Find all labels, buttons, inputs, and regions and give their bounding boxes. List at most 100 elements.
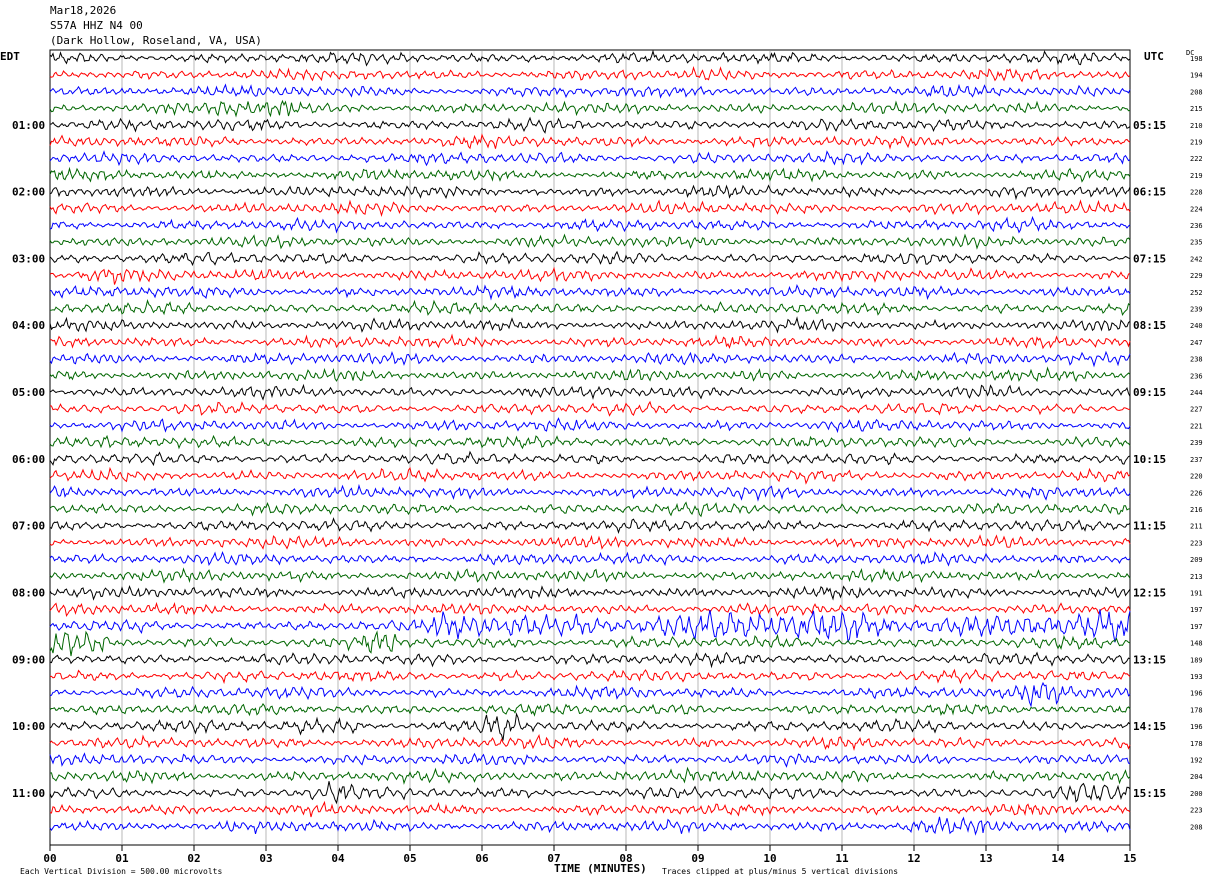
trace-row [49, 215, 1131, 234]
x-tick-label: 01 [115, 852, 129, 865]
dc-offset-label: 191 [1190, 589, 1203, 597]
clip-note: Traces clipped at plus/minus 5 vertical … [662, 867, 899, 876]
dc-offset-label: 235 [1190, 239, 1203, 247]
dc-offset-label: 227 [1190, 406, 1203, 414]
utc-time-label: 10:15 [1133, 453, 1166, 466]
trace-row [49, 752, 1131, 768]
trace-row [49, 517, 1131, 535]
trace-row [49, 668, 1131, 685]
trace-row [49, 712, 1131, 741]
edt-time-label: 04:00 [12, 319, 45, 332]
dc-offset-label: 221 [1190, 422, 1203, 430]
x-tick-label: 06 [475, 852, 489, 865]
trace-row [49, 766, 1131, 785]
trace-row [49, 567, 1131, 584]
edt-time-label: 10:00 [12, 720, 45, 733]
trace-row [49, 284, 1131, 301]
edt-time-label: 03:00 [12, 252, 45, 265]
dc-offset-label: 244 [1190, 389, 1203, 397]
edt-time-label: 06:00 [12, 453, 45, 466]
trace-row [49, 316, 1131, 334]
trace-row [49, 681, 1131, 708]
trace-row [49, 434, 1131, 450]
x-tick-label: 14 [1051, 852, 1065, 865]
utc-time-label: 11:15 [1133, 520, 1166, 533]
trace-row [49, 99, 1131, 118]
dc-offset-label: 192 [1190, 756, 1203, 764]
trace-row [49, 630, 1131, 657]
dc-offset-label: 196 [1190, 690, 1203, 698]
utc-time-label: 06:15 [1133, 186, 1166, 199]
trace-row [49, 550, 1131, 567]
trace-row [49, 534, 1131, 550]
trace-row [49, 83, 1131, 99]
trace-row [49, 800, 1131, 818]
dc-offset-label: 222 [1190, 155, 1203, 163]
dc-offset-label: 223 [1190, 807, 1203, 815]
dc-offset-label: 210 [1190, 122, 1203, 130]
trace-row [49, 702, 1131, 717]
x-tick-label: 04 [331, 852, 345, 865]
x-tick-label: 02 [187, 852, 200, 865]
trace-row [49, 400, 1131, 417]
trace-row [49, 333, 1131, 350]
x-tick-label: 05 [403, 852, 416, 865]
x-axis-label: TIME (MINUTES) [554, 862, 647, 875]
dc-offset-label: 213 [1190, 573, 1203, 581]
dc-offset-label: 224 [1190, 205, 1203, 213]
utc-time-label: 13:15 [1133, 653, 1166, 666]
edt-time-label: 07:00 [12, 520, 45, 533]
x-tick-label: 12 [907, 852, 920, 865]
dc-offset-label: 242 [1190, 255, 1203, 263]
trace-row [49, 466, 1131, 485]
dc-offset-label: 219 [1190, 139, 1203, 147]
dc-offset-label: 220 [1190, 473, 1203, 481]
dc-offset-label: 148 [1190, 640, 1203, 648]
dc-offset-label: 200 [1190, 790, 1203, 798]
utc-time-label: 07:15 [1133, 252, 1166, 265]
trace-row [49, 299, 1131, 317]
trace-row [49, 366, 1131, 383]
x-tick-label: 03 [259, 852, 272, 865]
trace-row [49, 266, 1131, 285]
helicorder-plot: 00 01 02 03 04 05 06 07 08 09 10 11 12 13 14 1519819420… [12, 49, 1203, 865]
edt-time-label: 08:00 [12, 586, 45, 599]
trace-row [49, 150, 1131, 167]
trace-row [49, 166, 1131, 183]
dc-offset-label: 204 [1190, 773, 1203, 781]
dc-offset-label: 193 [1190, 673, 1203, 681]
dc-offset-label: 236 [1190, 222, 1203, 230]
dc-offset-label: 252 [1190, 289, 1203, 297]
dc-offset-label: 189 [1190, 656, 1203, 664]
dc-offset-label: 247 [1190, 339, 1203, 347]
trace-row [49, 483, 1131, 502]
trace-row [49, 734, 1131, 752]
trace-row [49, 116, 1131, 134]
utc-time-label: 15:15 [1133, 787, 1166, 800]
edt-time-label: 11:00 [12, 787, 45, 800]
dc-offset-label: 211 [1190, 523, 1203, 531]
dc-offset-label: 208 [1190, 88, 1203, 96]
dc-offset-label: 178 [1190, 740, 1203, 748]
trace-row [49, 450, 1131, 467]
edt-time-label: 01:00 [12, 119, 45, 132]
trace-row [49, 609, 1131, 643]
dc-offset-label: 215 [1190, 105, 1203, 113]
dc-offset-label: 198 [1190, 55, 1203, 63]
x-tick-label: 15 [1123, 852, 1136, 865]
dc-offset-label: 226 [1190, 489, 1203, 497]
dc-offset-label: 238 [1190, 356, 1203, 364]
utc-time-label: 14:15 [1133, 720, 1166, 733]
trace-row [49, 65, 1131, 83]
dc-offset-label: 239 [1190, 439, 1203, 447]
x-tick-label: 13 [979, 852, 992, 865]
x-tick-label: 11 [835, 852, 849, 865]
dc-offset-label: 239 [1190, 306, 1203, 314]
trace-row [49, 816, 1131, 836]
trace-row [49, 501, 1131, 518]
trace-row [49, 417, 1131, 434]
dc-offset-label: 237 [1190, 456, 1203, 464]
dc-offset-label: 229 [1190, 272, 1203, 280]
trace-row [49, 133, 1131, 150]
trace-row [49, 601, 1131, 617]
